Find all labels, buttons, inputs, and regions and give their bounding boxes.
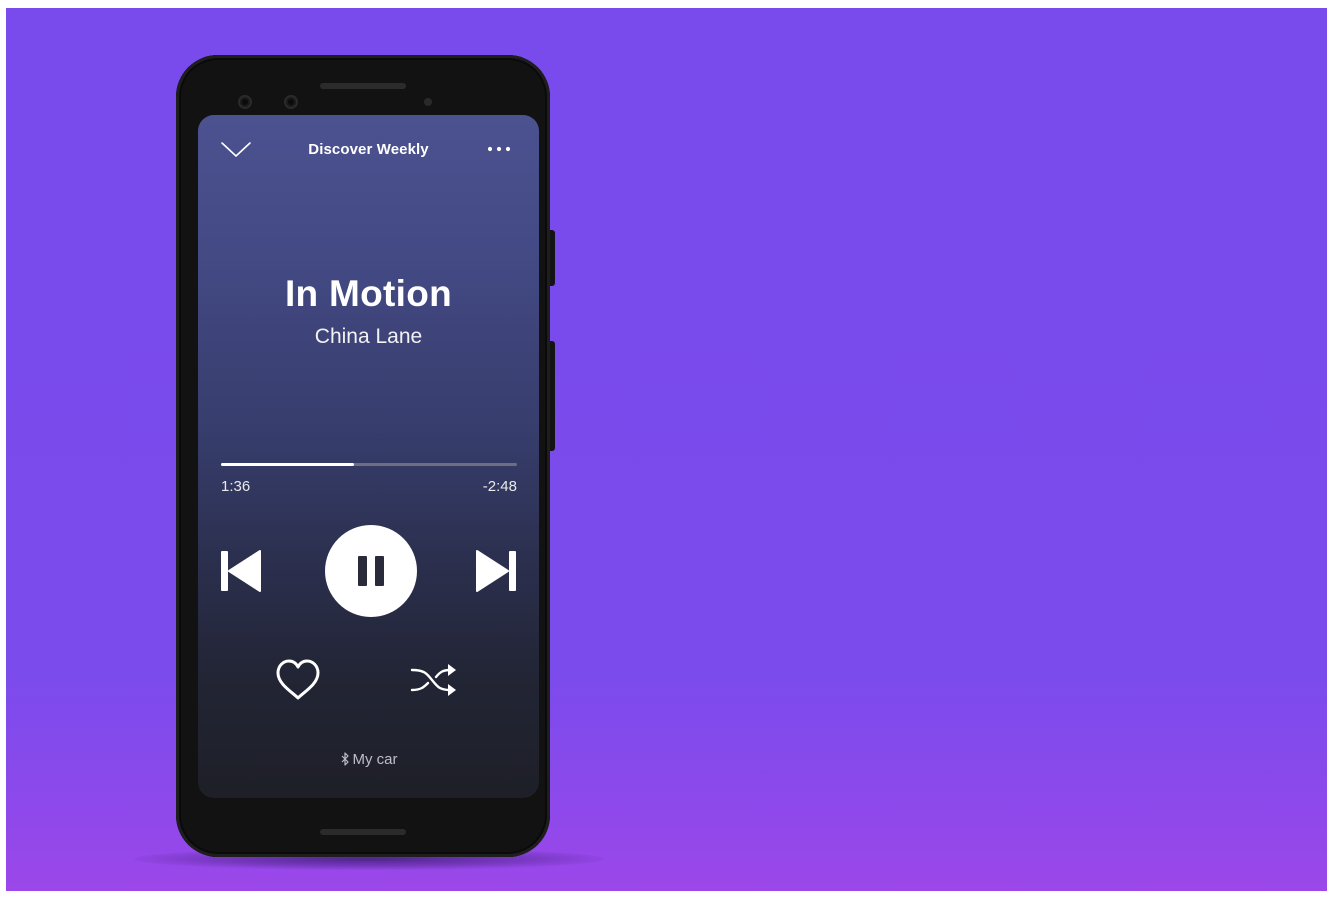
proximity-sensor xyxy=(424,98,432,106)
more-options-icon xyxy=(487,146,511,152)
front-camera xyxy=(238,95,252,109)
remaining-time: -2:48 xyxy=(482,478,517,495)
background: Discover Weekly In Motion China Lane 1:3… xyxy=(6,8,1327,891)
elapsed-time: 1:36 xyxy=(221,478,251,495)
pause-button[interactable] xyxy=(324,524,418,618)
connected-device[interactable]: My car xyxy=(198,751,539,768)
device-label: My car xyxy=(352,751,398,768)
skip-previous-icon xyxy=(221,550,261,592)
now-playing-screen: Discover Weekly In Motion China Lane 1:3… xyxy=(198,115,539,798)
earpiece-speaker xyxy=(320,83,406,89)
chevron-down-icon xyxy=(221,142,251,157)
progress-bar[interactable] xyxy=(221,463,517,466)
previous-track-button[interactable] xyxy=(216,547,264,595)
like-button[interactable] xyxy=(272,656,324,704)
heart-icon xyxy=(276,659,320,700)
bluetooth-icon xyxy=(341,752,349,766)
power-button xyxy=(550,230,555,286)
artist-name[interactable]: China Lane xyxy=(198,325,539,349)
more-options-button[interactable] xyxy=(481,137,517,161)
progress-bar-fill xyxy=(221,463,355,466)
playing-from-title: Discover Weekly xyxy=(308,141,429,158)
bottom-speaker xyxy=(320,829,406,835)
track-title: In Motion xyxy=(284,273,453,314)
volume-button xyxy=(550,341,555,451)
skip-next-icon xyxy=(476,550,516,592)
shuffle-button[interactable] xyxy=(407,656,459,704)
next-track-button[interactable] xyxy=(473,547,521,595)
front-camera-secondary xyxy=(284,95,298,109)
pause-icon xyxy=(325,525,417,617)
collapse-button[interactable] xyxy=(218,137,254,161)
phone-device: Discover Weekly In Motion China Lane 1:3… xyxy=(176,55,550,857)
shuffle-icon xyxy=(410,664,456,696)
